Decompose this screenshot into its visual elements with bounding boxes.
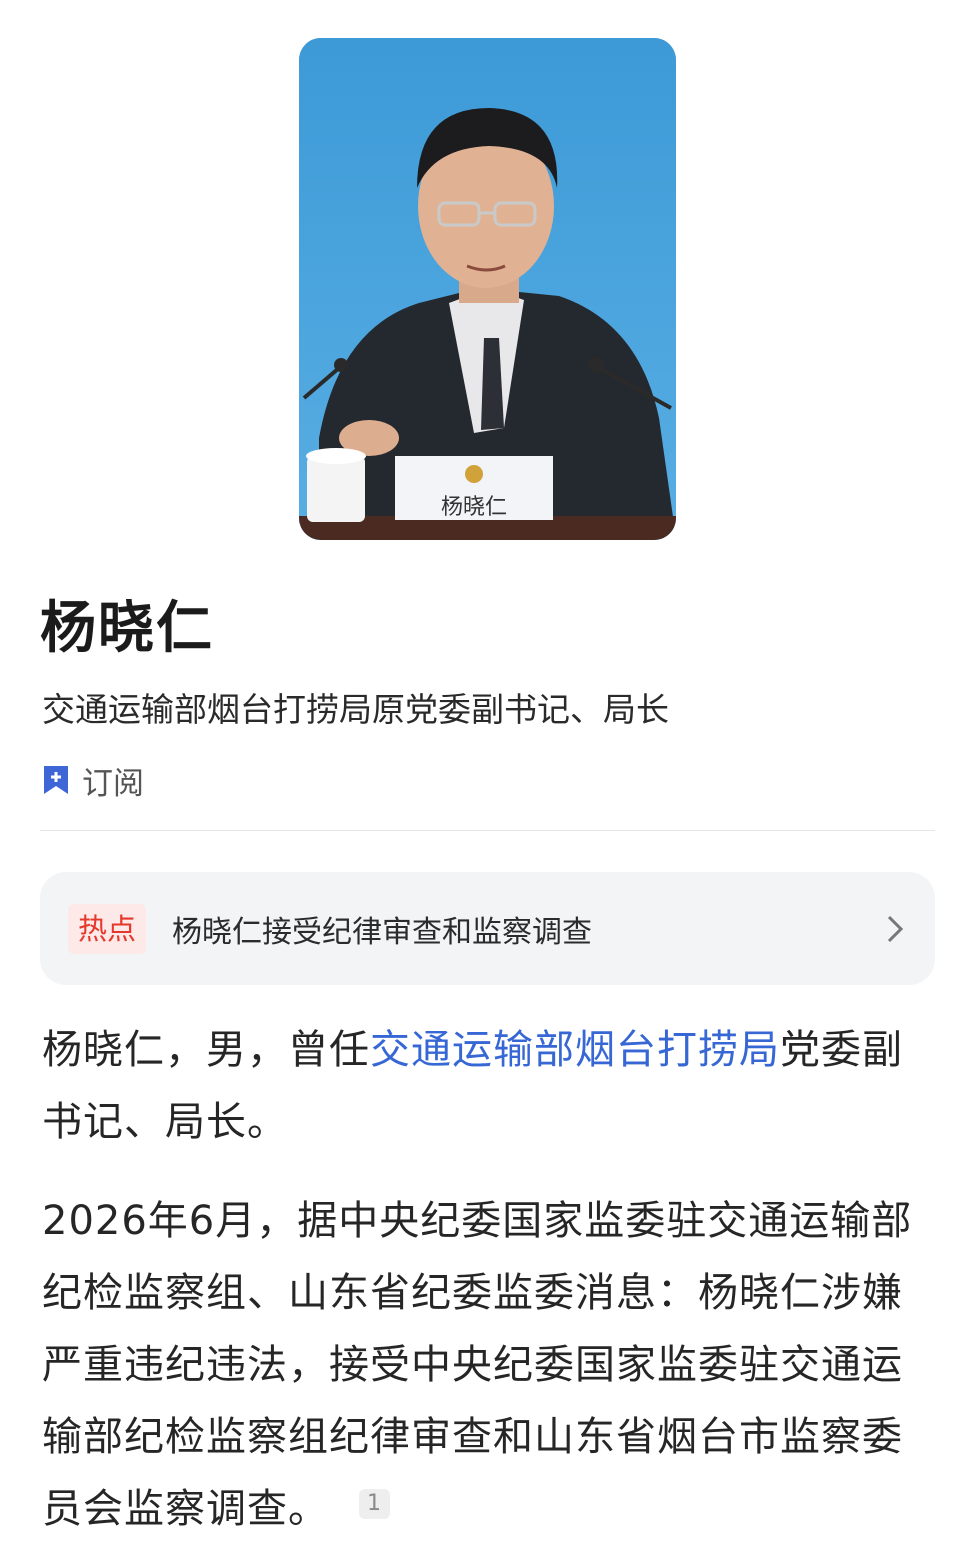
portrait-photo[interactable]: 杨晓仁 — [299, 38, 676, 540]
subscribe-button[interactable]: 订阅 — [42, 760, 144, 802]
nameplate-text: 杨晓仁 — [441, 495, 507, 520]
intro-text-before: 杨晓仁，男，曾任 — [42, 1027, 370, 1073]
hot-news-text: 杨晓仁接受纪律审查和监察调查 — [172, 914, 593, 950]
hot-news-card[interactable]: 热点 杨晓仁接受纪律审查和监察调查 — [40, 872, 935, 985]
divider — [40, 830, 935, 831]
person-title: 交通运输部烟台打捞局原党委副书记、局长 — [42, 690, 669, 729]
chevron-right-icon — [887, 915, 904, 942]
portrait-image: 杨晓仁 — [299, 38, 676, 540]
intro-paragraph: 杨晓仁，男，曾任交通运输部烟台打捞局党委副书记、局长。 — [42, 1014, 942, 1158]
bureau-link[interactable]: 交通运输部烟台打捞局 — [370, 1027, 780, 1073]
bookmark-add-icon — [44, 766, 68, 794]
news-text: 2026年6月，据中央纪委国家监委驻交通运输部纪检监察组、山东省纪委监委消息：杨… — [42, 1198, 913, 1532]
news-paragraph: 2026年6月，据中央纪委国家监委驻交通运输部纪检监察组、山东省纪委监委消息：杨… — [42, 1185, 942, 1545]
citation-marker[interactable]: 1 — [359, 1489, 390, 1519]
subscribe-label: 订阅 — [82, 765, 144, 802]
hot-badge: 热点 — [68, 903, 147, 954]
person-name: 杨晓仁 — [40, 596, 214, 661]
encyclopedia-page: 杨晓仁 杨晓仁 交通运输部烟台打捞局原党委副书记、局长 订阅 热点 杨晓仁接受纪… — [0, 0, 974, 1561]
